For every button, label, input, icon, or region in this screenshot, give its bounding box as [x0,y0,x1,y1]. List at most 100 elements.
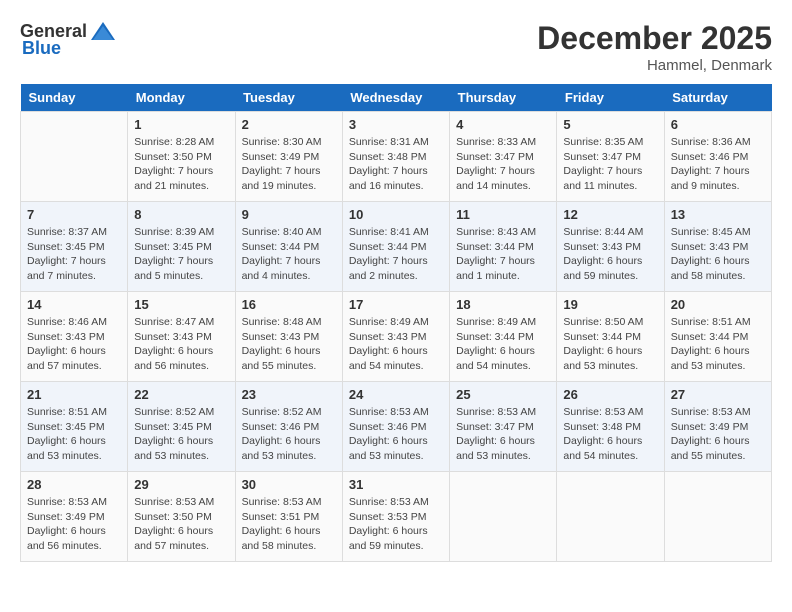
calendar-cell [664,472,771,562]
day-header-friday: Friday [557,84,664,112]
calendar-cell: 28 Sunrise: 8:53 AMSunset: 3:49 PMDayligh… [21,472,128,562]
calendar-cell: 23Sunrise: 8:52 AMSunset: 3:46 PMDayligh… [235,382,342,472]
day-number: 22 [134,387,228,402]
day-number: 1 [134,117,228,132]
day-number: 11 [456,207,550,222]
day-number: 7 [27,207,121,222]
day-number: 31 [349,477,443,492]
calendar-cell: 20 Sunrise: 8:51 AMSunset: 3:44 PMDayligh… [664,292,771,382]
day-info: Sunrise: 8:51 AMSunset: 3:45 PMDaylight:… [27,405,121,464]
day-info: Sunrise: 8:36 AMSunset: 3:46 PMDaylight:… [671,135,765,194]
location: Hammel, Denmark [537,57,772,74]
day-info: Sunrise: 8:39 AMSunset: 3:45 PMDaylight:… [134,225,228,284]
day-number: 24 [349,387,443,402]
day-info: Sunrise: 8:31 AMSunset: 3:48 PMDaylight:… [349,135,443,194]
days-of-week-row: SundayMondayTuesdayWednesdayThursdayFrid… [21,84,772,112]
month-title: December 2025 [537,20,772,57]
day-info: Sunrise: 8:53 AMSunset: 3:50 PMDaylight:… [134,495,228,554]
day-number: 30 [242,477,336,492]
calendar-cell: 3 Sunrise: 8:31 AMSunset: 3:48 PMDaylight… [342,112,449,202]
day-info: Sunrise: 8:41 AMSunset: 3:44 PMDaylight:… [349,225,443,284]
day-info: Sunrise: 8:37 AMSunset: 3:45 PMDaylight:… [27,225,121,284]
day-info: Sunrise: 8:33 AMSunset: 3:47 PMDaylight:… [456,135,550,194]
calendar-cell [21,112,128,202]
day-info: Sunrise: 8:30 AMSunset: 3:49 PMDaylight:… [242,135,336,194]
day-header-monday: Monday [128,84,235,112]
calendar-cell: 21 Sunrise: 8:51 AMSunset: 3:45 PMDayligh… [21,382,128,472]
calendar-cell [450,472,557,562]
day-number: 8 [134,207,228,222]
calendar-cell: 7 Sunrise: 8:37 AMSunset: 3:45 PMDaylight… [21,202,128,292]
day-info: Sunrise: 8:47 AMSunset: 3:43 PMDaylight:… [134,315,228,374]
calendar-week-3: 14Sunrise: 8:46 AMSunset: 3:43 PMDayligh… [21,292,772,382]
day-info: Sunrise: 8:53 AMSunset: 3:47 PMDaylight:… [456,405,550,464]
day-number: 25 [456,387,550,402]
day-info: Sunrise: 8:40 AMSunset: 3:44 PMDaylight:… [242,225,336,284]
calendar-cell: 29 Sunrise: 8:53 AMSunset: 3:50 PMDayligh… [128,472,235,562]
calendar-cell: 13Sunrise: 8:45 AMSunset: 3:43 PMDayligh… [664,202,771,292]
calendar-week-1: 1 Sunrise: 8:28 AMSunset: 3:50 PMDaylight… [21,112,772,202]
day-info: Sunrise: 8:49 AMSunset: 3:43 PMDaylight:… [349,315,443,374]
day-info: Sunrise: 8:53 AMSunset: 3:49 PMDaylight:… [27,495,121,554]
logo-blue: Blue [22,38,61,59]
day-number: 12 [563,207,657,222]
calendar-week-2: 7 Sunrise: 8:37 AMSunset: 3:45 PMDaylight… [21,202,772,292]
calendar-cell: 9Sunrise: 8:40 AMSunset: 3:44 PMDaylight… [235,202,342,292]
logo: General Blue [20,20,117,59]
calendar-cell: 11 Sunrise: 8:43 AMSunset: 3:44 PMDayligh… [450,202,557,292]
day-info: Sunrise: 8:50 AMSunset: 3:44 PMDaylight:… [563,315,657,374]
day-info: Sunrise: 8:53 AMSunset: 3:51 PMDaylight:… [242,495,336,554]
calendar-cell: 19 Sunrise: 8:50 AMSunset: 3:44 PMDayligh… [557,292,664,382]
day-number: 4 [456,117,550,132]
day-info: Sunrise: 8:43 AMSunset: 3:44 PMDaylight:… [456,225,550,284]
day-number: 29 [134,477,228,492]
calendar-cell: 1 Sunrise: 8:28 AMSunset: 3:50 PMDaylight… [128,112,235,202]
logo-icon [89,20,117,42]
calendar-cell: 14Sunrise: 8:46 AMSunset: 3:43 PMDayligh… [21,292,128,382]
day-info: Sunrise: 8:46 AMSunset: 3:43 PMDaylight:… [27,315,121,374]
calendar-cell: 27Sunrise: 8:53 AMSunset: 3:49 PMDayligh… [664,382,771,472]
day-number: 28 [27,477,121,492]
calendar-week-5: 28 Sunrise: 8:53 AMSunset: 3:49 PMDayligh… [21,472,772,562]
day-info: Sunrise: 8:45 AMSunset: 3:43 PMDaylight:… [671,225,765,284]
day-info: Sunrise: 8:51 AMSunset: 3:44 PMDaylight:… [671,315,765,374]
calendar-cell: 24Sunrise: 8:53 AMSunset: 3:46 PMDayligh… [342,382,449,472]
day-number: 27 [671,387,765,402]
day-info: Sunrise: 8:52 AMSunset: 3:45 PMDaylight:… [134,405,228,464]
day-number: 26 [563,387,657,402]
calendar-cell: 17 Sunrise: 8:49 AMSunset: 3:43 PMDayligh… [342,292,449,382]
page-header: General Blue December 2025 Hammel, Denma… [20,20,772,74]
day-number: 16 [242,297,336,312]
calendar-cell: 5 Sunrise: 8:35 AMSunset: 3:47 PMDaylight… [557,112,664,202]
day-header-tuesday: Tuesday [235,84,342,112]
calendar-week-4: 21 Sunrise: 8:51 AMSunset: 3:45 PMDayligh… [21,382,772,472]
calendar-cell: 12 Sunrise: 8:44 AMSunset: 3:43 PMDayligh… [557,202,664,292]
calendar-cell: 25 Sunrise: 8:53 AMSunset: 3:47 PMDayligh… [450,382,557,472]
day-number: 10 [349,207,443,222]
day-number: 15 [134,297,228,312]
calendar-cell: 16Sunrise: 8:48 AMSunset: 3:43 PMDayligh… [235,292,342,382]
calendar-cell: 30 Sunrise: 8:53 AMSunset: 3:51 PMDayligh… [235,472,342,562]
day-number: 18 [456,297,550,312]
day-info: Sunrise: 8:28 AMSunset: 3:50 PMDaylight:… [134,135,228,194]
day-number: 21 [27,387,121,402]
day-info: Sunrise: 8:53 AMSunset: 3:48 PMDaylight:… [563,405,657,464]
day-number: 19 [563,297,657,312]
day-header-wednesday: Wednesday [342,84,449,112]
day-info: Sunrise: 8:53 AMSunset: 3:53 PMDaylight:… [349,495,443,554]
day-number: 5 [563,117,657,132]
calendar-cell: 6Sunrise: 8:36 AMSunset: 3:46 PMDaylight… [664,112,771,202]
calendar-cell: 22 Sunrise: 8:52 AMSunset: 3:45 PMDayligh… [128,382,235,472]
day-info: Sunrise: 8:35 AMSunset: 3:47 PMDaylight:… [563,135,657,194]
calendar-cell: 10 Sunrise: 8:41 AMSunset: 3:44 PMDayligh… [342,202,449,292]
day-number: 3 [349,117,443,132]
day-header-saturday: Saturday [664,84,771,112]
calendar-cell: 2Sunrise: 8:30 AMSunset: 3:49 PMDaylight… [235,112,342,202]
day-header-thursday: Thursday [450,84,557,112]
calendar-cell [557,472,664,562]
day-number: 20 [671,297,765,312]
calendar-cell: 26 Sunrise: 8:53 AMSunset: 3:48 PMDayligh… [557,382,664,472]
day-number: 17 [349,297,443,312]
day-info: Sunrise: 8:44 AMSunset: 3:43 PMDaylight:… [563,225,657,284]
day-header-sunday: Sunday [21,84,128,112]
